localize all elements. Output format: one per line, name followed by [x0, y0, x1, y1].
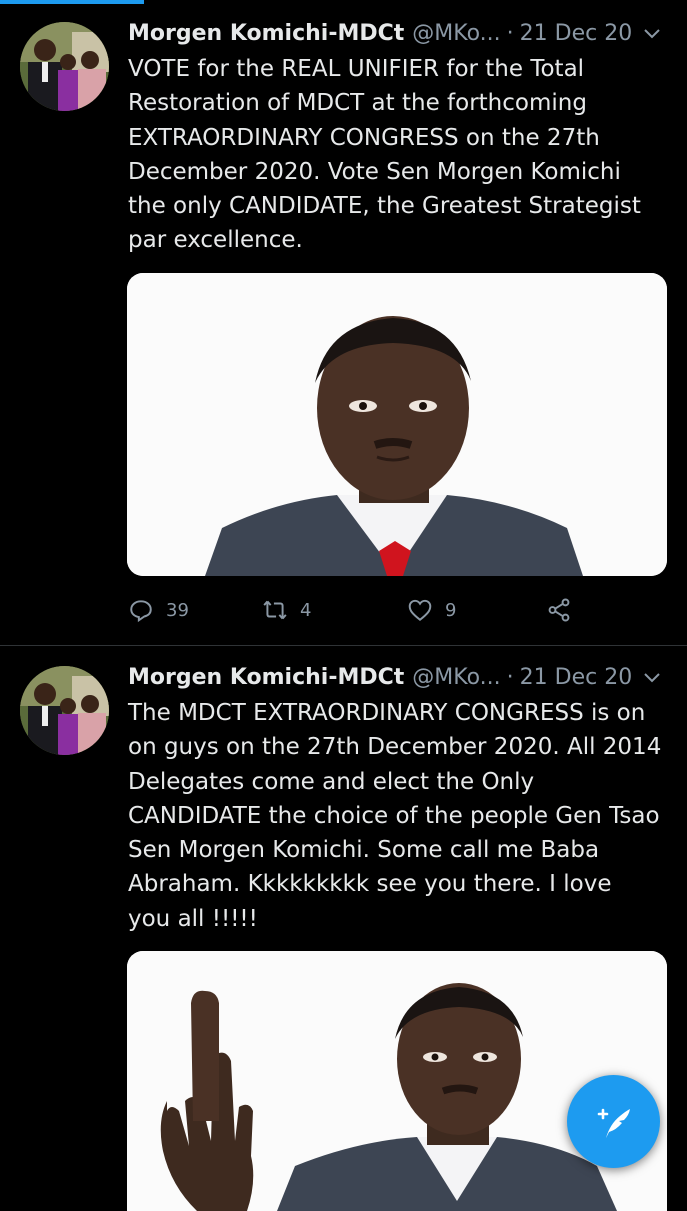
tweet-text: The MDCT EXTRAORDINARY CONGRESS is on on… [128, 696, 668, 936]
tweet-text-line: par excellence. [128, 227, 303, 254]
retweet-icon [263, 600, 287, 620]
tweet-header: Morgen Komichi-MDCt @MKo... · 21 Dec 20 [128, 660, 663, 694]
share-icon [548, 598, 570, 622]
chevron-down-icon[interactable] [641, 22, 663, 44]
tweet-text-line: EXTRAORDINARY CONGRESS on the 27th [128, 124, 600, 151]
tweet-text-line: The MDCT EXTRAORDINARY CONGRESS is on [128, 700, 646, 726]
tweet-text-line: you all !!!!! [128, 905, 258, 932]
tweet-actions: 39 4 9 [128, 590, 578, 630]
tweet[interactable]: Morgen Komichi-MDCt @MKo... · 21 Dec 20 … [0, 0, 687, 646]
retweet-button[interactable]: 4 [262, 590, 311, 630]
author-handle[interactable]: @MKo... [412, 21, 500, 46]
tweet-text-line: on guys on the 27th December 2020. All 2… [128, 734, 662, 761]
tweet-date[interactable]: 21 Dec 20 [520, 21, 633, 46]
avatar[interactable] [20, 22, 109, 111]
tweet-header: Morgen Komichi-MDCt @MKo... · 21 Dec 20 [128, 16, 663, 50]
tweet-text-line: Sen Morgen Komichi. Some call me Baba [128, 837, 600, 864]
share-button[interactable] [546, 590, 572, 630]
tweet-text-line: VOTE for the REAL UNIFIER for the Total [128, 56, 585, 82]
like-count: 9 [445, 599, 457, 621]
reply-icon [130, 600, 152, 623]
chevron-down-icon[interactable] [641, 666, 663, 688]
tweet-text-line: Abraham. Kkkkkkkkk see you there. I love [128, 871, 612, 898]
compose-tweet-button[interactable] [567, 1075, 660, 1168]
reply-button[interactable]: 39 [128, 590, 189, 630]
tweet-text-line: the only CANDIDATE, the Greatest Strateg… [128, 193, 641, 220]
author-name[interactable]: Morgen Komichi-MDCt [128, 665, 404, 690]
like-button[interactable]: 9 [407, 590, 456, 630]
tweet-photo[interactable] [127, 951, 667, 1211]
tweet-text: VOTE for the REAL UNIFIER for the Total … [128, 52, 668, 258]
tweet-text-line: Restoration of MDCT at the forthcoming [128, 90, 587, 117]
retweet-count: 4 [300, 599, 312, 621]
tweet-text-line: Delegates come and elect the Only [128, 768, 535, 795]
heart-icon [408, 599, 432, 621]
author-name[interactable]: Morgen Komichi-MDCt [128, 21, 404, 46]
separator-dot: · [506, 20, 514, 46]
separator-dot: · [506, 664, 514, 690]
tweet-text-line: CANDIDATE the choice of the people Gen T… [128, 802, 660, 829]
author-handle[interactable]: @MKo... [412, 665, 500, 690]
tweet-photo[interactable] [127, 273, 667, 576]
compose-tweet-icon [597, 1108, 630, 1138]
avatar[interactable] [20, 666, 109, 755]
tweet-text-line: December 2020. Vote Sen Morgen Komichi [128, 158, 621, 185]
reply-count: 39 [166, 599, 189, 621]
tweet-date[interactable]: 21 Dec 20 [520, 665, 633, 690]
